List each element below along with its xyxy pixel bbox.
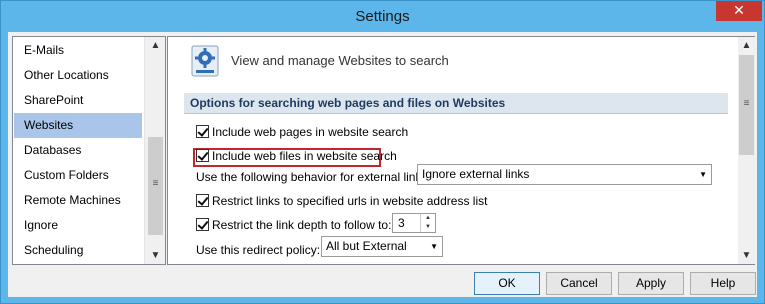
restrict-urls-label: Restrict links to specified urls in webs… [212, 194, 488, 208]
include-pages-checkbox[interactable] [196, 125, 209, 138]
scroll-down-icon[interactable]: ▼ [738, 247, 755, 264]
external-links-value: Ignore external links [422, 167, 530, 181]
spinner-buttons[interactable]: ▲ ▼ [420, 214, 435, 232]
include-files-option[interactable]: Include web files in website search [196, 149, 397, 165]
apply-button[interactable]: Apply [618, 272, 684, 295]
nav-item-ignore[interactable]: Ignore [14, 213, 142, 238]
help-button[interactable]: Help [690, 272, 756, 295]
depth-value: 3 [398, 216, 405, 230]
scroll-up-icon[interactable]: ▲ [738, 37, 755, 54]
redirect-policy-dropdown[interactable]: All but External ▼ [321, 236, 443, 257]
include-pages-label: Include web pages in website search [212, 125, 409, 139]
section-title: Options for searching web pages and file… [184, 93, 728, 114]
depth-spinner[interactable]: 3 ▲ ▼ [392, 213, 436, 233]
redirect-policy-value: All but External [326, 239, 407, 253]
chevron-down-icon: ▼ [699, 170, 707, 179]
restrict-urls-checkbox[interactable] [196, 194, 209, 207]
external-links-dropdown[interactable]: Ignore external links ▼ [417, 164, 712, 185]
include-files-label: Include web files in website search [212, 149, 397, 163]
restrict-urls-option[interactable]: Restrict links to specified urls in webs… [196, 194, 487, 210]
restrict-depth-checkbox[interactable] [196, 218, 209, 231]
include-files-checkbox[interactable] [196, 149, 209, 162]
category-list-scrollbar[interactable]: ▲ ≡ ▼ [144, 37, 165, 264]
external-links-label: Use the following behavior for external … [196, 170, 431, 184]
nav-item-scheduling[interactable]: Scheduling [14, 238, 142, 263]
panel-header-text: View and manage Websites to search [231, 53, 449, 68]
nav-item-other-locations[interactable]: Other Locations [14, 63, 142, 88]
nav-item-custom-folders[interactable]: Custom Folders [14, 163, 142, 188]
grip-icon: ≡ [152, 178, 159, 189]
scroll-down-icon[interactable]: ▼ [145, 247, 166, 264]
spin-up-icon[interactable]: ▲ [421, 214, 435, 223]
include-pages-option[interactable]: Include web pages in website search [196, 125, 408, 141]
title-bar[interactable]: Settings ✕ [1, 1, 764, 32]
settings-panel-scrollbar[interactable]: ▲ ≡ ▼ [738, 37, 755, 264]
nav-item-sharepoint[interactable]: SharePoint [14, 88, 142, 113]
cancel-button[interactable]: Cancel [546, 272, 612, 295]
spin-down-icon[interactable]: ▼ [421, 223, 435, 232]
settings-window: Settings ✕ E-Mails Other Locations Share… [0, 0, 765, 304]
grip-icon: ≡ [743, 98, 750, 109]
gear-icon [191, 45, 219, 77]
restrict-depth-label: Restrict the link depth to follow to: [212, 218, 392, 232]
window-title: Settings [355, 8, 410, 25]
nav-item-remote-machines[interactable]: Remote Machines [14, 188, 142, 213]
chevron-down-icon: ▼ [430, 242, 438, 251]
nav-item-databases[interactable]: Databases [14, 138, 142, 163]
nav-item-emails[interactable]: E-Mails [14, 38, 142, 63]
dialog-client-area: E-Mails Other Locations SharePoint Websi… [8, 32, 757, 297]
scroll-up-icon[interactable]: ▲ [145, 37, 166, 54]
scroll-thumb[interactable]: ≡ [148, 137, 163, 235]
scroll-thumb[interactable]: ≡ [739, 55, 754, 155]
ok-button[interactable]: OK [474, 272, 540, 295]
close-button[interactable]: ✕ [716, 1, 762, 21]
category-list: E-Mails Other Locations SharePoint Websi… [12, 36, 166, 265]
redirect-label: Use this redirect policy: [196, 243, 321, 257]
restrict-depth-option[interactable]: Restrict the link depth to follow to: [196, 218, 391, 234]
websites-settings-panel: View and manage Websites to search Optio… [167, 36, 755, 265]
nav-item-websites[interactable]: Websites [14, 113, 142, 138]
